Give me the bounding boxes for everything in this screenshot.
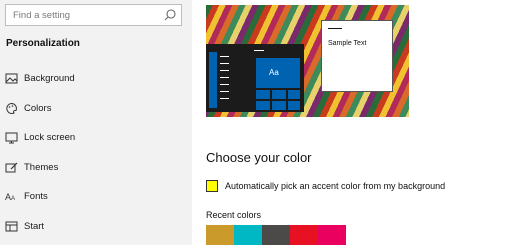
sidebar-item-background[interactable]: Background	[0, 65, 192, 93]
brush-icon	[5, 162, 18, 173]
palette-icon	[6, 102, 17, 114]
sidebar-item-fonts[interactable]: A A Fonts	[0, 183, 192, 211]
preview-window-text: Sample Text	[328, 40, 367, 47]
sidebar-item-label: Colors	[24, 103, 52, 114]
preview-tile-text: Aa	[269, 68, 279, 77]
preview-tile	[256, 90, 270, 99]
search-box[interactable]	[5, 4, 182, 26]
page-heading: Choose your color	[206, 150, 312, 165]
svg-text:A: A	[11, 196, 15, 202]
preview-tile: Aa	[256, 58, 300, 88]
preview-menu-line	[220, 91, 229, 92]
preview-start-menu: Aa	[206, 44, 304, 112]
preview-start-rail	[209, 52, 217, 108]
preview-menu-line	[220, 56, 229, 57]
color-swatch[interactable]	[206, 225, 234, 245]
preview-menu-line	[220, 70, 229, 71]
color-swatch[interactable]	[262, 225, 290, 245]
color-swatch[interactable]	[290, 225, 318, 245]
preview-menu-line	[220, 77, 229, 78]
start-icon	[5, 221, 18, 232]
sidebar-item-start[interactable]: Start	[0, 213, 192, 241]
preview-tile-header	[254, 50, 264, 51]
preview-tile	[256, 101, 270, 110]
color-swatch[interactable]	[318, 225, 346, 245]
search-icon[interactable]	[163, 8, 177, 22]
color-preview: Aa Sample Text	[206, 5, 409, 117]
preview-window: Sample Text	[321, 20, 393, 92]
sidebar-item-colors[interactable]: Colors	[0, 95, 192, 123]
preview-tile	[288, 101, 300, 110]
preview-tile	[272, 101, 286, 110]
sidebar-item-label: Lock screen	[24, 132, 76, 143]
section-title: Personalization	[6, 38, 80, 49]
sidebar-item-lock-screen[interactable]: Lock screen	[0, 124, 192, 152]
auto-accent-checkbox[interactable]	[206, 180, 218, 192]
sidebar-item-label: Start	[24, 221, 45, 232]
sidebar-item-label: Background	[24, 73, 75, 84]
preview-menu-line	[220, 98, 229, 99]
font-icon: A A	[5, 192, 15, 202]
sidebar-item-label: Fonts	[24, 191, 48, 202]
sidebar-item-themes[interactable]: Themes	[0, 154, 192, 182]
monitor-icon	[5, 132, 18, 144]
picture-icon	[5, 73, 18, 84]
settings-sidebar: Personalization Background Colors Lock s…	[0, 0, 192, 245]
preview-menu-line	[220, 63, 229, 64]
preview-menu-line	[220, 84, 229, 85]
sidebar-item-label: Themes	[24, 162, 59, 173]
color-swatch[interactable]	[234, 225, 262, 245]
auto-accent-label[interactable]: Automatically pick an accent color from …	[225, 181, 445, 191]
search-input[interactable]	[6, 5, 163, 25]
preview-tile	[272, 90, 286, 99]
preview-tile	[288, 90, 300, 99]
recent-colors-label: Recent colors	[206, 210, 262, 220]
preview-window-line	[328, 28, 342, 29]
